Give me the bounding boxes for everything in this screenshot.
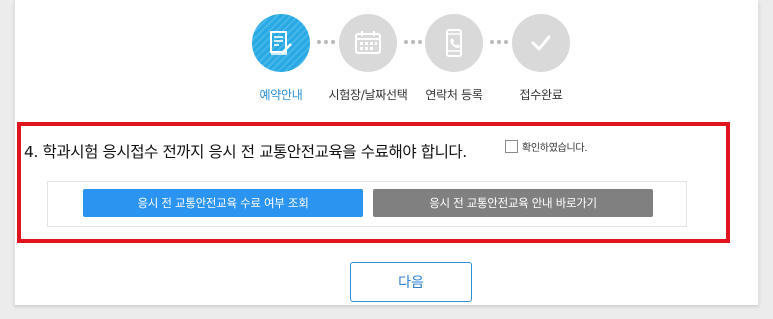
step-connector <box>317 40 335 46</box>
step-connector <box>404 40 422 46</box>
step-connector <box>490 40 508 46</box>
step-label-complete: 접수완료 <box>519 88 563 102</box>
step-label-test-site-date: 시험장/날짜선택 <box>328 88 408 102</box>
go-guide-button[interactable]: 응시 전 교통안전교육 안내 바로가기 <box>373 189 653 217</box>
step-test-site-date <box>339 14 397 72</box>
step-label-reservation-guide: 예약안내 <box>259 88 303 102</box>
notice-text: 4. 학과시험 응시접수 전까지 응시 전 교통안전교육을 수료해야 합니다. <box>24 143 467 161</box>
check-completion-button[interactable]: 응시 전 교통안전교육 수료 여부 조회 <box>83 189 363 217</box>
step-reservation-guide <box>252 14 310 72</box>
step-contact <box>425 14 483 72</box>
confirm-checkbox[interactable] <box>505 140 518 153</box>
step-complete <box>512 14 570 72</box>
document-pen-icon <box>270 31 292 55</box>
next-button[interactable]: 다음 <box>350 262 472 302</box>
step-label-contact: 연락처 등록 <box>425 88 483 102</box>
confirm-label: 확인하였습니다. <box>522 143 588 154</box>
checkmark-icon <box>531 35 551 51</box>
phone-icon <box>446 29 462 57</box>
confirm-checkbox-group[interactable]: 확인하였습니다. <box>505 139 587 154</box>
calendar-icon <box>355 31 381 54</box>
